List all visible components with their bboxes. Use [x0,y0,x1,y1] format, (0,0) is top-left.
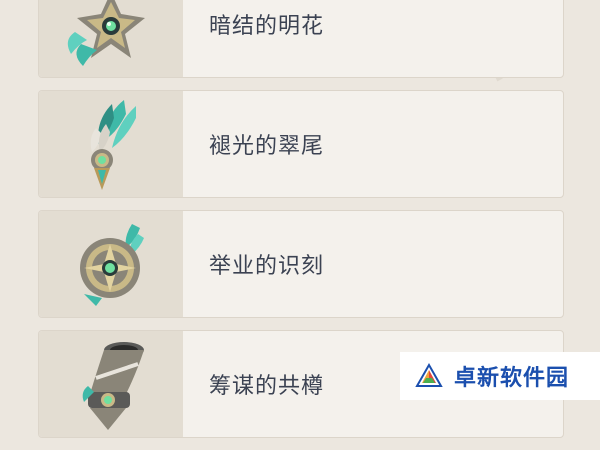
artifact-sands-icon [80,224,144,306]
artifact-thumbnail [39,211,183,317]
artifact-card-feather[interactable]: 褪光的翠尾 [38,90,564,198]
artifact-card-sands[interactable]: 举业的识刻 [38,210,564,318]
artifact-goblet-icon [82,342,144,430]
artifact-thumbnail [39,331,183,437]
site-watermark: 卓新软件园 [400,352,600,400]
watermark-text: 卓新软件园 [454,366,570,391]
artifact-card-flower[interactable]: 暗结的明花 [38,0,564,78]
artifact-flower-icon [67,0,145,66]
site-logo-icon [415,362,443,387]
artifact-name: 举业的识刻 [209,254,325,279]
artifact-name: 暗结的明花 [209,14,325,39]
artifact-thumbnail [39,91,183,197]
artifact-thumbnail [39,0,183,77]
artifact-name: 筹谋的共樽 [209,374,325,399]
artifact-feather-icon [90,100,136,190]
artifact-name: 褪光的翠尾 [209,134,325,159]
